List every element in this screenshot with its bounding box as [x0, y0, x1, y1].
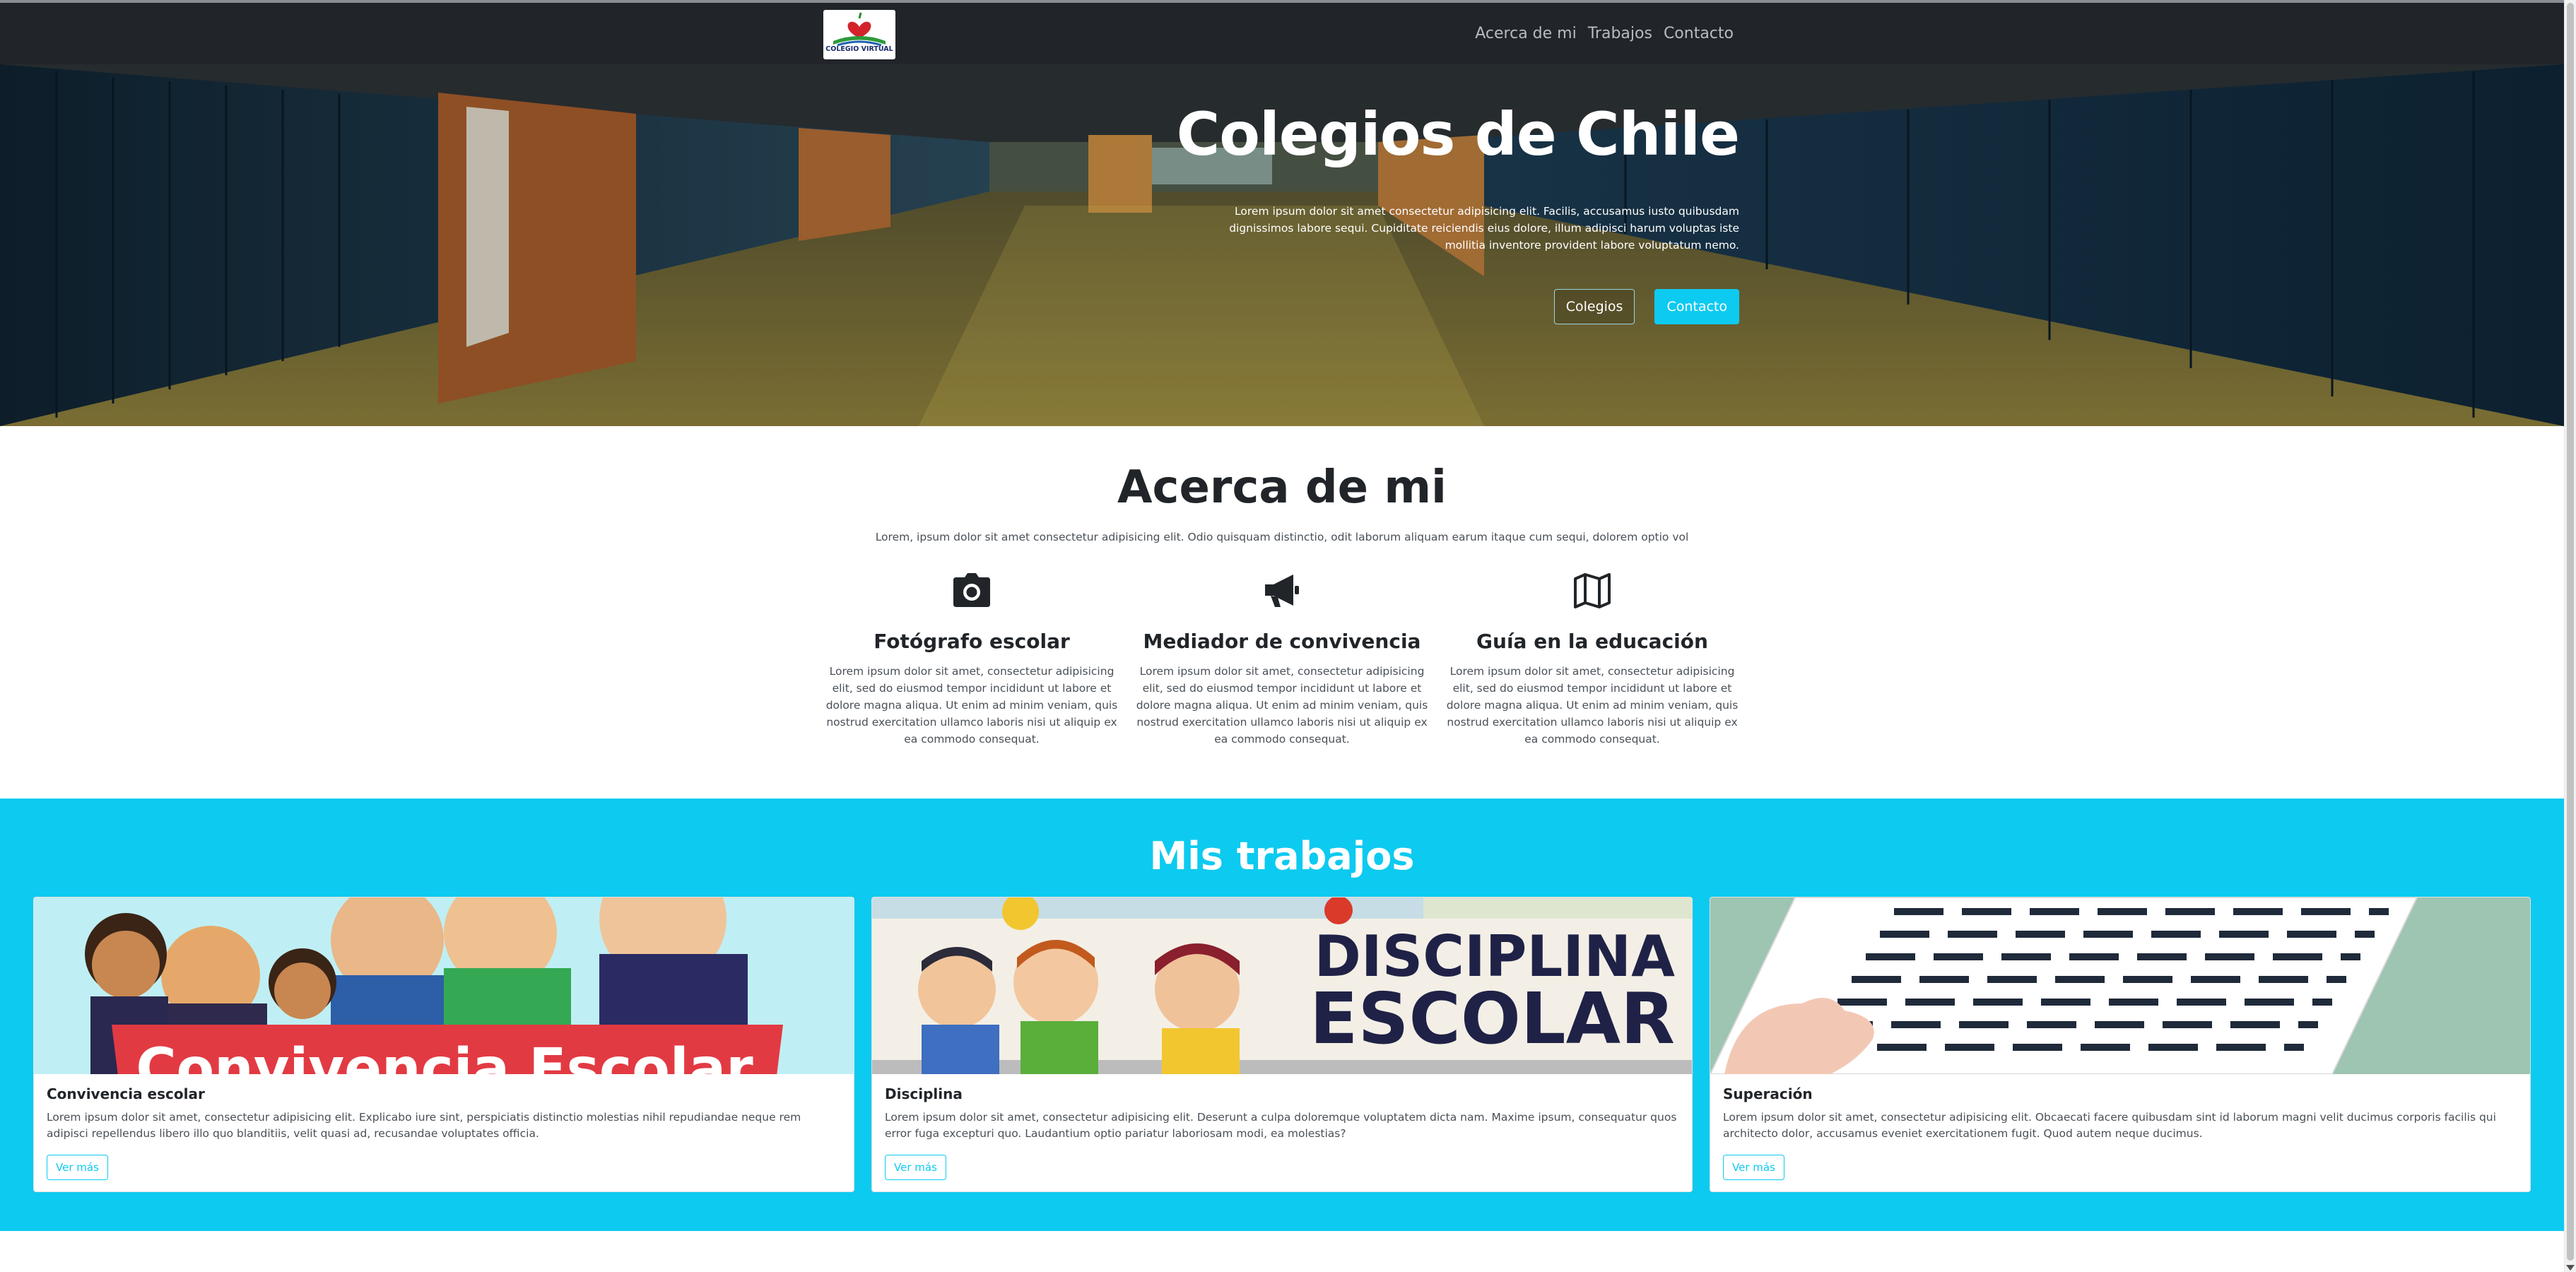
feature-mediador: Mediador de convivencia Lorem ipsum dolo…: [1134, 572, 1430, 748]
work-card-disciplina: DISCIPLINA ESCOLAR Disciplina Lorem ipsu…: [871, 897, 1693, 1192]
navbar: COLEGIO VIRTUAL Acerca de mi Trabajos Co…: [0, 0, 2564, 64]
map-icon: [1574, 573, 1611, 608]
nav-link-contacto[interactable]: Contacto: [1664, 20, 1734, 47]
about-title: Acerca de mi: [1117, 461, 1447, 514]
page-bottom: [0, 1231, 2564, 1272]
megaphone-icon: [1265, 575, 1299, 607]
works-section: Mis trabajos Convivencia Escolar Convive…: [0, 799, 2564, 1231]
hero-content: Colegios de Chile Lorem ipsum dolor sit …: [1103, 64, 1740, 426]
feature-text: Lorem ipsum dolor sit amet, consectetur …: [1136, 665, 1428, 746]
about-subtitle: Lorem, ipsum dolor sit amet consectetur …: [875, 531, 1689, 543]
contacto-button[interactable]: Contacto: [1654, 289, 1739, 324]
scrollbar-thumb[interactable]: [2567, 3, 2574, 1261]
card-title: Superación: [1723, 1085, 1813, 1102]
feature-text: Lorem ipsum dolor sit amet, consectetur …: [825, 665, 1118, 746]
card-body: Disciplina Lorem ipsum dolor sit amet, c…: [872, 1074, 1692, 1191]
escolar-title-text: ESCOLAR: [1310, 977, 1675, 1060]
work-card-superacion: Superación Lorem ipsum dolor sit amet, c…: [1710, 897, 2531, 1192]
feature-fotografo: Fotógrafo escolar Lorem ipsum dolor sit …: [823, 572, 1120, 748]
hero-title: Colegios de Chile: [1176, 100, 1740, 169]
disciplina-image: DISCIPLINA ESCOLAR: [872, 897, 1692, 1074]
convivencia-image: Convivencia Escolar: [34, 897, 854, 1074]
card-title: Disciplina: [885, 1085, 963, 1102]
scroll-down-arrow-icon[interactable]: [2566, 1265, 2575, 1271]
feature-text: Lorem ipsum dolor sit amet, consectetur …: [1446, 665, 1739, 746]
ver-mas-button[interactable]: Ver más: [1723, 1155, 1784, 1180]
about-section: Acerca de mi Lorem, ipsum dolor sit amet…: [0, 426, 2564, 799]
nav-links: Acerca de mi Trabajos Contacto: [1475, 3, 1734, 64]
school-logo[interactable]: COLEGIO VIRTUAL: [823, 10, 895, 59]
feature-title: Guía en la educación: [1476, 630, 1708, 653]
card-text: Lorem ipsum dolor sit amet, consectetur …: [1723, 1111, 2496, 1140]
hero-buttons: Colegios Contacto: [1553, 289, 1739, 324]
page: COLEGIO VIRTUAL Acerca de mi Trabajos Co…: [0, 0, 2576, 1272]
work-card-convivencia: Convivencia Escolar Convivencia escolar …: [33, 897, 854, 1192]
logo-text: COLEGIO VIRTUAL: [825, 45, 893, 53]
nav-link-acerca[interactable]: Acerca de mi: [1475, 20, 1576, 47]
feature-guia: Guía en la educación Lorem ipsum dolor s…: [1444, 572, 1741, 748]
browser-viewport: COLEGIO VIRTUAL Acerca de mi Trabajos Co…: [0, 0, 2564, 1272]
feature-title: Fotógrafo escolar: [874, 630, 1070, 653]
ver-mas-button[interactable]: Ver más: [885, 1155, 946, 1180]
colegios-button[interactable]: Colegios: [1553, 289, 1635, 324]
ver-mas-button[interactable]: Ver más: [47, 1155, 108, 1180]
card-body: Convivencia escolar Lorem ipsum dolor si…: [34, 1074, 854, 1191]
convivencia-banner-text: Convivencia Escolar: [136, 1037, 753, 1074]
vertical-scrollbar[interactable]: [2564, 0, 2576, 1272]
works-title: Mis trabajos: [1149, 834, 1415, 878]
card-body: Superación Lorem ipsum dolor sit amet, c…: [1710, 1074, 2530, 1191]
superacion-image: [1710, 897, 2530, 1074]
nav-link-trabajos[interactable]: Trabajos: [1588, 20, 1652, 47]
card-text: Lorem ipsum dolor sit amet, consectetur …: [885, 1111, 1677, 1140]
card-title: Convivencia escolar: [47, 1085, 205, 1102]
hero-section: Colegios de Chile Lorem ipsum dolor sit …: [0, 64, 2564, 426]
hero-description: Lorem ipsum dolor sit amet consectetur a…: [1229, 205, 1739, 252]
card-text: Lorem ipsum dolor sit amet, consectetur …: [47, 1111, 801, 1140]
feature-title: Mediador de convivencia: [1143, 630, 1421, 653]
camera-icon: [953, 573, 990, 607]
